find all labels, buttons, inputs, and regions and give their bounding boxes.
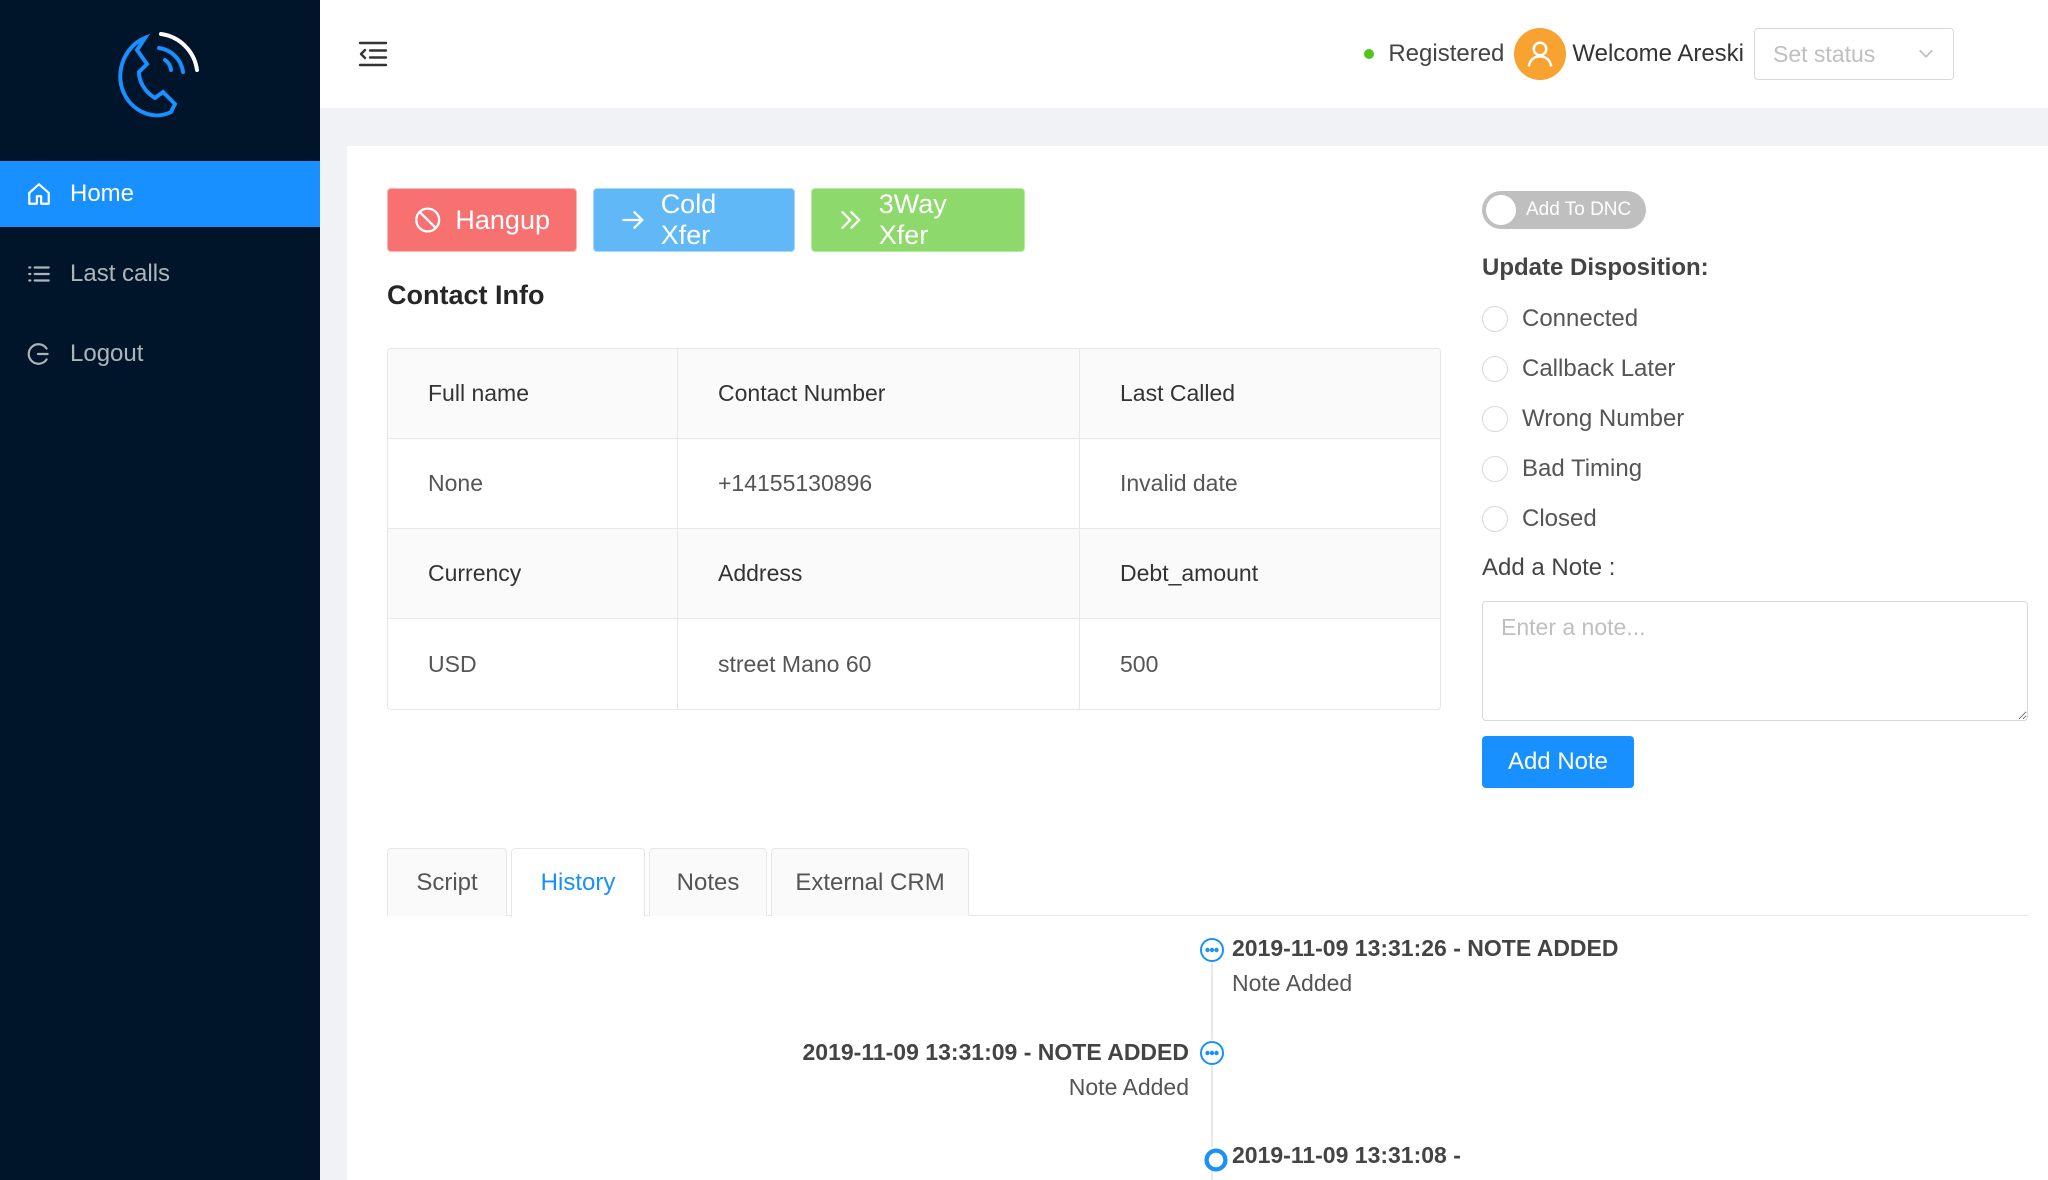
radio-label: Wrong Number	[1522, 405, 1685, 432]
add-to-dnc-label: Add To DNC	[1526, 199, 1632, 220]
table-header-cell: Currency	[388, 529, 678, 618]
phone-call-icon	[118, 31, 199, 117]
detail-tabs: Script History Notes External CRM	[387, 848, 2028, 917]
disposition-option-wrong-number[interactable]: Wrong Number	[1482, 394, 1684, 444]
table-header-cell: Address	[678, 529, 1080, 618]
disposition-option-connected[interactable]: Connected	[1482, 294, 1684, 344]
timeline-item-desc: Note Added	[1232, 970, 1353, 996]
hangup-label: Hangup	[455, 204, 550, 235]
update-disposition-title: Update Disposition:	[1482, 254, 1709, 281]
logout-icon	[26, 341, 52, 367]
radio-circle[interactable]	[1482, 506, 1508, 532]
three-way-xfer-label: 3Way Xfer	[878, 189, 947, 250]
three-way-xfer-button[interactable]: 3Way Xfer	[811, 188, 1025, 252]
timeline-item-title: 2019-11-09 13:31:08 -	[1232, 1142, 1461, 1168]
message-icon	[1199, 1040, 1225, 1066]
table-cell: street Mano 60	[678, 619, 1080, 709]
disposition-option-closed[interactable]: Closed	[1482, 494, 1684, 544]
status-select[interactable]: Set status	[1754, 28, 1954, 80]
stop-icon	[415, 207, 441, 233]
arrow-right-icon	[622, 211, 644, 229]
table-row: Full name Contact Number Last Called	[388, 349, 1440, 439]
table-cell: +14155130896	[678, 439, 1080, 528]
welcome-text: Welcome Areski	[1572, 40, 1744, 67]
table-row: USD street Mano 60 500	[388, 619, 1440, 709]
radio-circle[interactable]	[1482, 306, 1508, 332]
contact-info-table: Full name Contact Number Last Called Non…	[387, 348, 1441, 710]
registered-label: Registered	[1388, 40, 1505, 67]
logo	[0, 0, 320, 161]
sidebar-item-last-calls[interactable]: Last calls	[0, 241, 320, 307]
table-cell: USD	[388, 619, 678, 709]
timeline-item-title: 2019-11-09 13:31:09 - NOTE ADDED	[802, 1039, 1190, 1065]
main-content: Hangup Cold Xfer 3Way Xfer Contact Info …	[347, 146, 2048, 1180]
table-row: Currency Address Debt_amount	[388, 529, 1440, 619]
disposition-radio-group: Connected Callback Later Wrong Number Ba…	[1482, 294, 1684, 544]
contact-info-title: Contact Info	[387, 280, 545, 310]
radio-label: Closed	[1522, 505, 1597, 532]
table-header-cell: Last Called	[1120, 380, 1236, 406]
hangup-button[interactable]: Hangup	[387, 188, 577, 252]
table-cell: Invalid date	[1120, 470, 1238, 496]
home-icon	[26, 181, 52, 207]
timeline-dot-icon	[1203, 1147, 1228, 1172]
registered-status-dot	[1364, 49, 1375, 59]
radio-label: Bad Timing	[1522, 455, 1643, 482]
header-user-area: Registered Welcome Areski Set status	[1364, 0, 2048, 108]
radio-label: Callback Later	[1522, 355, 1676, 382]
table-header-cell: Full name	[388, 349, 678, 438]
table-header-cell: Debt_amount	[1120, 560, 1259, 586]
sidebar: Home Last calls Logout	[0, 0, 320, 1180]
call-actions: Hangup Cold Xfer 3Way Xfer	[387, 188, 1025, 252]
sidebar-item-label: Logout	[70, 340, 144, 367]
sidebar-item-home[interactable]: Home	[0, 161, 320, 227]
timeline-item-desc: Note Added	[1068, 1074, 1189, 1100]
tab-history[interactable]: History	[511, 848, 645, 917]
add-note-label: Add a Note :	[1482, 554, 1616, 581]
sidebar-item-label: Last calls	[70, 260, 171, 287]
sidebar-item-logout[interactable]: Logout	[0, 321, 320, 387]
radio-circle[interactable]	[1482, 406, 1508, 432]
table-header-cell: Contact Number	[678, 349, 1080, 438]
note-textarea[interactable]	[1482, 601, 2028, 721]
list-icon	[26, 261, 52, 287]
table-cell: None	[388, 439, 678, 528]
user-icon	[1527, 41, 1553, 67]
add-note-button[interactable]: Add Note	[1482, 736, 1634, 788]
header: Registered Welcome Areski Set status	[320, 0, 2048, 108]
tab-script[interactable]: Script	[387, 848, 507, 916]
timeline-item-title: 2019-11-09 13:31:26 - NOTE ADDED	[1232, 935, 1619, 961]
radio-circle[interactable]	[1482, 356, 1508, 382]
status-select-placeholder: Set status	[1773, 40, 1876, 67]
tab-external-crm[interactable]: External CRM	[771, 848, 969, 916]
tab-notes[interactable]: Notes	[649, 848, 767, 916]
disposition-option-bad-timing[interactable]: Bad Timing	[1482, 444, 1684, 494]
radio-circle[interactable]	[1482, 456, 1508, 482]
message-icon	[1199, 937, 1225, 963]
disposition-option-callback-later[interactable]: Callback Later	[1482, 344, 1684, 394]
cold-xfer-label: Cold Xfer	[660, 189, 717, 250]
menu-fold-icon[interactable]	[358, 40, 388, 68]
radio-label: Connected	[1522, 305, 1639, 332]
cold-xfer-button[interactable]: Cold Xfer	[593, 188, 795, 252]
toggle-knob	[1486, 195, 1516, 225]
table-row: None +14155130896 Invalid date	[388, 439, 1440, 529]
sidebar-item-label: Home	[70, 180, 135, 207]
double-right-icon	[841, 211, 861, 229]
avatar[interactable]	[1514, 28, 1567, 80]
chevron-down-icon	[1919, 49, 1933, 58]
add-to-dnc-toggle[interactable]: Add To DNC	[1482, 191, 1646, 229]
table-cell: 500	[1120, 650, 1159, 677]
